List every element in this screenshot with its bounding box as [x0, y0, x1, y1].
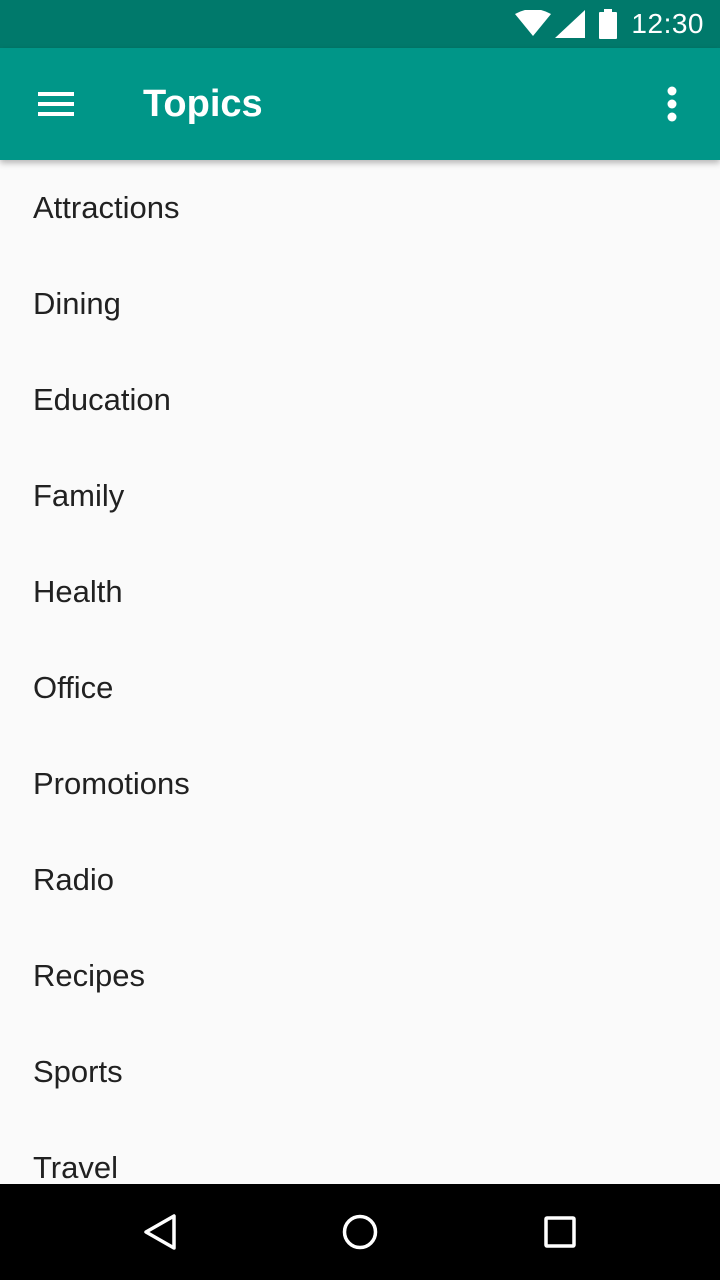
- app-bar: Topics: [0, 48, 720, 160]
- status-bar: 12:30: [0, 0, 720, 48]
- menu-button[interactable]: [16, 64, 96, 144]
- recents-button[interactable]: [520, 1192, 600, 1272]
- battery-icon: [599, 9, 618, 39]
- menu-icon: [38, 92, 74, 116]
- topic-item-recipes[interactable]: Recipes: [0, 928, 720, 1024]
- topic-item-office[interactable]: Office: [0, 640, 720, 736]
- more-vert-icon: [667, 86, 677, 122]
- recents-icon: [544, 1216, 576, 1248]
- topic-item-sports[interactable]: Sports: [0, 1024, 720, 1120]
- status-icons: 12:30: [515, 0, 704, 48]
- page-title: Topics: [143, 83, 263, 125]
- home-icon: [342, 1214, 378, 1250]
- topic-list: Attractions Dining Education Family Heal…: [0, 160, 720, 1184]
- wifi-icon: [515, 10, 552, 36]
- topic-item-dining[interactable]: Dining: [0, 256, 720, 352]
- navigation-bar: [0, 1184, 720, 1280]
- back-icon: [144, 1214, 176, 1250]
- topic-item-promotions[interactable]: Promotions: [0, 736, 720, 832]
- overflow-menu-button[interactable]: [632, 64, 712, 144]
- topic-item-travel[interactable]: Travel: [0, 1120, 720, 1184]
- topic-item-health[interactable]: Health: [0, 544, 720, 640]
- home-button[interactable]: [320, 1192, 400, 1272]
- topic-item-attractions[interactable]: Attractions: [0, 160, 720, 256]
- back-button[interactable]: [120, 1192, 200, 1272]
- status-time: 12:30: [631, 8, 704, 39]
- topic-item-radio[interactable]: Radio: [0, 832, 720, 928]
- topic-item-education[interactable]: Education: [0, 352, 720, 448]
- topic-item-family[interactable]: Family: [0, 448, 720, 544]
- signal-icon: [555, 10, 586, 38]
